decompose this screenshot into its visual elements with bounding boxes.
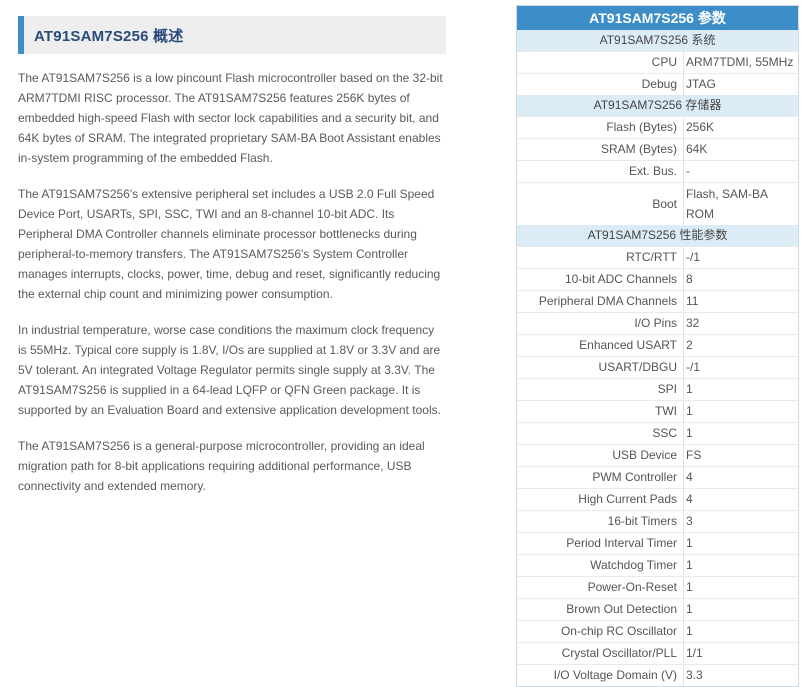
spec-section-header: AT91SAM7S256 系统 xyxy=(517,30,798,51)
spec-row-value: 4 xyxy=(686,470,693,484)
spec-row-value: 11 xyxy=(686,294,699,308)
article-paragraph: The AT91SAM7S256 is a general-purpose mi… xyxy=(18,439,425,493)
spec-section-header: AT91SAM7S256 性能参数 xyxy=(517,225,798,246)
article-paragraph: The AT91SAM7S256's extensive peripheral … xyxy=(18,187,441,301)
spec-row-value: 32 xyxy=(686,316,700,330)
spec-row: Peripheral DMA Channels 11 xyxy=(517,290,798,312)
spec-row-label: RTC/RTT xyxy=(517,247,684,268)
spec-row-value: 2 xyxy=(686,338,693,352)
article-heading: AT91SAM7S256 概述 xyxy=(18,16,446,54)
spec-row: TWI 1 xyxy=(517,400,798,422)
spec-row-value: 8 xyxy=(686,272,693,286)
spec-row-value: 1 xyxy=(686,404,693,418)
spec-row: Enhanced USART 2 xyxy=(517,334,798,356)
spec-row-label: Crystal Oscillator/PLL xyxy=(517,643,684,664)
spec-row: SRAM (Bytes) 64K xyxy=(517,138,798,160)
spec-row-label: Peripheral DMA Channels xyxy=(517,291,684,312)
spec-row-label: TWI xyxy=(517,401,684,422)
spec-row-value: 1 xyxy=(686,426,693,440)
spec-row: Flash (Bytes) 256K xyxy=(517,116,798,138)
spec-row-value: 64K xyxy=(686,142,708,156)
spec-row-label: Boot xyxy=(517,183,684,225)
spec-row-label: Period Interval Timer xyxy=(517,533,684,554)
spec-row-label: Ext. Bus. xyxy=(517,161,684,182)
spec-row: 10-bit ADC Channels 8 xyxy=(517,268,798,290)
spec-row: PWM Controller 4 xyxy=(517,466,798,488)
spec-row-label: SPI xyxy=(517,379,684,400)
spec-row-value: -/1 xyxy=(686,360,701,374)
spec-row: USB Device FS xyxy=(517,444,798,466)
spec-row-value: 1 xyxy=(686,624,693,638)
spec-row-label: Power-On-Reset xyxy=(517,577,684,598)
spec-row: Period Interval Timer 1 xyxy=(517,532,798,554)
spec-row-label: I/O Voltage Domain (V) xyxy=(517,665,684,686)
spec-row: On-chip RC Oscillator 1 xyxy=(517,620,798,642)
spec-row: High Current Pads 4 xyxy=(517,488,798,510)
spec-row-label: USB Device xyxy=(517,445,684,466)
spec-row: SPI 1 xyxy=(517,378,798,400)
spec-row: I/O Voltage Domain (V) 3.3 xyxy=(517,664,798,686)
spec-row: SSC 1 xyxy=(517,422,798,444)
spec-row-value: ARM7TDMI, 55MHz xyxy=(686,55,794,69)
spec-row: CPU ARM7TDMI, 55MHz xyxy=(517,51,798,73)
spec-section-header: AT91SAM7S256 存储器 xyxy=(517,95,798,116)
spec-table-title: AT91SAM7S256 参数 xyxy=(517,6,798,30)
spec-row-label: I/O Pins xyxy=(517,313,684,334)
spec-row-value: 1/1 xyxy=(686,646,703,660)
spec-row: Watchdog Timer 1 xyxy=(517,554,798,576)
spec-row-value: 3 xyxy=(686,514,693,528)
spec-row-value: 1 xyxy=(686,580,693,594)
spec-row-value: FS xyxy=(686,448,702,462)
article: AT91SAM7S256 概述 The AT91SAM7S256 is a lo… xyxy=(18,16,446,496)
spec-row-label: Debug xyxy=(517,74,684,95)
spec-row-label: Watchdog Timer xyxy=(517,555,684,576)
spec-row-label: USART/DBGU xyxy=(517,357,684,378)
article-title: AT91SAM7S256 概述 xyxy=(34,27,184,45)
spec-table: AT91SAM7S256 参数 AT91SAM7S256 系统 CPU ARM7TD… xyxy=(516,5,799,687)
spec-row-label: SSC xyxy=(517,423,684,444)
spec-row: Brown Out Detection 1 xyxy=(517,598,798,620)
spec-row-label: 10-bit ADC Channels xyxy=(517,269,684,290)
spec-row-label: 16-bit Timers xyxy=(517,511,684,532)
spec-row: RTC/RTT -/1 xyxy=(517,246,798,268)
spec-row: Power-On-Reset 1 xyxy=(517,576,798,598)
article-paragraph: The AT91SAM7S256 is a low pincount Flash… xyxy=(18,71,443,165)
spec-row: Debug JTAG xyxy=(517,73,798,95)
spec-row-label: Brown Out Detection xyxy=(517,599,684,620)
spec-row-value: 1 xyxy=(686,558,693,572)
spec-row-value: -/1 xyxy=(686,250,701,264)
spec-row-value: Flash, SAM-BA ROM xyxy=(686,187,768,221)
spec-row: I/O Pins 32 xyxy=(517,312,798,334)
spec-row: Boot Flash, SAM-BA ROM xyxy=(517,182,798,225)
spec-row-label: Flash (Bytes) xyxy=(517,117,684,138)
spec-row-value: 256K xyxy=(686,120,715,134)
spec-row: 16-bit Timers 3 xyxy=(517,510,798,532)
spec-row-label: Enhanced USART xyxy=(517,335,684,356)
spec-row-value: JTAG xyxy=(686,77,716,91)
spec-row: USART/DBGU -/1 xyxy=(517,356,798,378)
article-paragraph: In industrial temperature, worse case co… xyxy=(18,323,441,417)
spec-row-label: On-chip RC Oscillator xyxy=(517,621,684,642)
spec-row-label: PWM Controller xyxy=(517,467,684,488)
spec-row-label: CPU xyxy=(517,52,684,73)
spec-row-label: SRAM (Bytes) xyxy=(517,139,684,160)
spec-row: Ext. Bus. - xyxy=(517,160,798,182)
spec-row-value: 1 xyxy=(686,602,693,616)
spec-row-label: High Current Pads xyxy=(517,489,684,510)
spec-row-value: 1 xyxy=(686,382,693,396)
spec-row-value: 4 xyxy=(686,492,693,506)
spec-row-value: 1 xyxy=(686,536,693,550)
spec-row: Crystal Oscillator/PLL 1/1 xyxy=(517,642,798,664)
spec-row-value: - xyxy=(686,164,690,178)
spec-row-value: 3.3 xyxy=(686,668,703,682)
